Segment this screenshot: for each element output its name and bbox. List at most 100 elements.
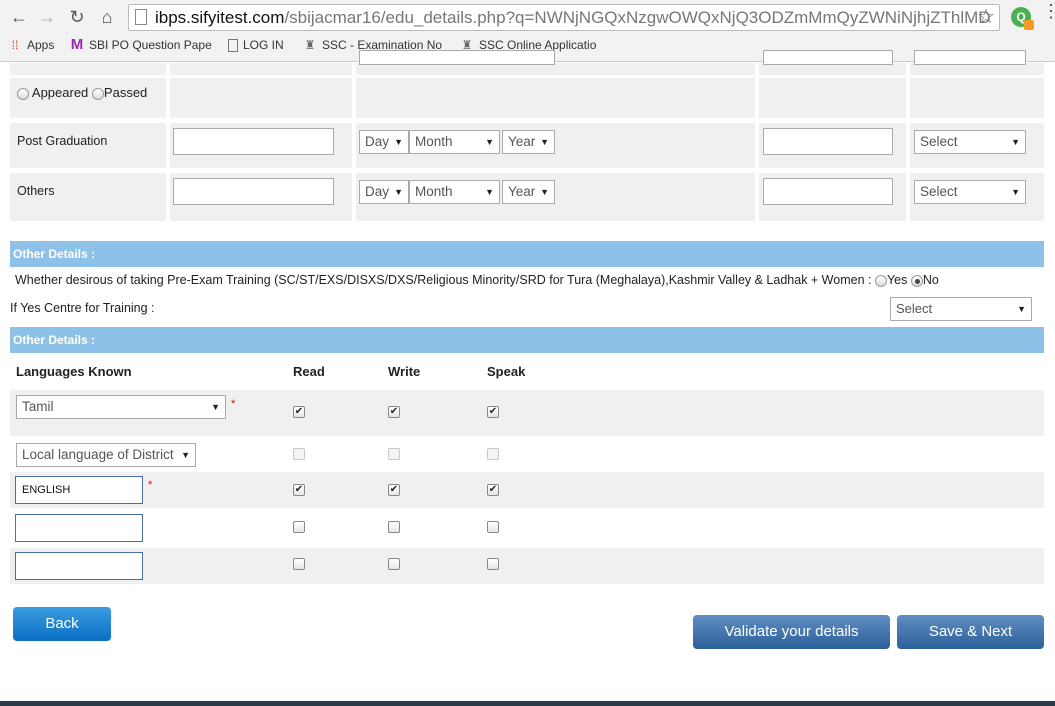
class-select[interactable]: Select ▼ <box>914 130 1026 154</box>
speak-checkbox[interactable] <box>487 521 499 533</box>
column-divider <box>755 63 759 221</box>
year-select[interactable]: Year ▼ <box>502 180 555 204</box>
read-checkbox[interactable]: ✔ <box>293 406 305 418</box>
speak-checkbox[interactable]: ✔ <box>487 484 499 496</box>
dropdown-arrow-icon: ▼ <box>1011 187 1020 197</box>
write-header: Write <box>388 364 421 379</box>
validate-details-button[interactable]: Validate your details <box>693 615 890 649</box>
required-marker: * <box>231 398 236 410</box>
write-checkbox[interactable] <box>388 521 400 533</box>
dropdown-arrow-icon: ▼ <box>1017 304 1026 314</box>
write-checkbox[interactable]: ✔ <box>388 484 400 496</box>
bookmark-apps[interactable]: ⁞⁞ Apps <box>8 38 55 52</box>
class-select[interactable]: Select ▼ <box>914 180 1026 204</box>
yes-radio[interactable] <box>874 274 887 287</box>
read-checkbox[interactable] <box>293 558 305 570</box>
dropdown-arrow-icon: ▼ <box>394 137 403 147</box>
language-row <box>10 548 1044 584</box>
url-path: /sbijacmar16/edu_details.php?q=NWNjNGQxN… <box>284 8 991 27</box>
partial-select <box>914 50 1026 65</box>
browser-menu-icon[interactable]: ⋮ <box>1042 2 1055 26</box>
year-select[interactable]: Year ▼ <box>502 130 555 154</box>
column-divider <box>166 63 170 221</box>
percentage-input[interactable] <box>763 178 893 205</box>
bookmark-star-icon[interactable]: ☆ <box>977 5 995 30</box>
partial-input <box>763 50 893 65</box>
dropdown-arrow-icon: ▼ <box>540 187 549 197</box>
languages-header-bar: Other Details : <box>10 327 1044 353</box>
appeared-passed-group: Appeared Passed <box>17 85 147 100</box>
language-input[interactable] <box>15 514 143 542</box>
emblem-icon: ♜ <box>304 38 316 52</box>
bookmark-label: SBI PO Question Pape <box>89 38 212 52</box>
speak-checkbox[interactable] <box>487 558 499 570</box>
partial-date-select <box>359 50 555 65</box>
m-logo-icon: M <box>70 36 84 53</box>
yes-label: Yes <box>886 273 908 287</box>
percentage-input[interactable] <box>763 128 893 155</box>
read-checkbox <box>293 448 305 460</box>
language-value: Tamil <box>22 399 54 414</box>
dropdown-arrow-icon: ▼ <box>181 450 190 460</box>
language-select[interactable]: Local language of District ▼ <box>16 443 196 467</box>
home-icon[interactable]: ⌂ <box>96 6 118 28</box>
bookmark-label: Apps <box>27 38 55 52</box>
bottom-bar <box>0 701 1055 706</box>
day-select[interactable]: Day ▼ <box>359 180 409 204</box>
dropdown-arrow-icon: ▼ <box>485 137 494 147</box>
read-checkbox[interactable] <box>293 521 305 533</box>
bookmark-sbi-po[interactable]: M SBI PO Question Pape <box>70 36 212 53</box>
dropdown-arrow-icon: ▼ <box>211 402 220 412</box>
edu-row-label: Others <box>17 184 55 198</box>
training-centre-select[interactable]: Select ▼ <box>890 297 1032 321</box>
no-radio[interactable] <box>910 274 923 287</box>
passed-radio[interactable] <box>91 87 104 100</box>
training-centre-label: If Yes Centre for Training : <box>10 301 155 315</box>
institution-input[interactable] <box>173 128 334 155</box>
month-select[interactable]: Month ▼ <box>409 130 500 154</box>
url-host: ibps.sifyitest.com <box>155 8 285 27</box>
language-row <box>10 510 1044 546</box>
language-input[interactable]: ENGLISH <box>15 476 143 504</box>
language-select[interactable]: Tamil ▼ <box>16 395 226 419</box>
address-bar[interactable]: ibps.sifyitest.com/sbijacmar16/edu_detai… <box>128 4 1000 31</box>
other-details-header: Other Details : <box>10 241 1044 267</box>
read-checkbox[interactable]: ✔ <box>293 484 305 496</box>
edu-row-label: Post Graduation <box>17 134 108 148</box>
write-checkbox[interactable] <box>388 558 400 570</box>
page-icon <box>228 38 238 52</box>
dropdown-arrow-icon: ▼ <box>540 137 549 147</box>
read-header: Read <box>293 364 325 379</box>
bookmark-label: LOG IN <box>243 38 284 52</box>
write-checkbox <box>388 448 400 460</box>
forward-arrow-icon[interactable]: → <box>36 6 58 28</box>
month-select[interactable]: Month ▼ <box>409 180 500 204</box>
back-arrow-icon[interactable]: ← <box>8 6 30 28</box>
column-divider <box>352 63 356 221</box>
appeared-label: Appeared <box>31 85 89 100</box>
required-marker: * <box>148 479 153 491</box>
speak-header: Speak <box>487 364 526 379</box>
save-next-button[interactable]: Save & Next <box>897 615 1044 649</box>
back-button[interactable]: Back <box>13 607 111 641</box>
language-input[interactable] <box>15 552 143 580</box>
reload-icon[interactable]: ↻ <box>66 6 88 28</box>
dropdown-arrow-icon: ▼ <box>1011 137 1020 147</box>
day-select[interactable]: Day ▼ <box>359 130 409 154</box>
bookmark-login[interactable]: LOG IN <box>228 38 284 52</box>
appeared-radio[interactable] <box>17 87 29 100</box>
write-checkbox[interactable]: ✔ <box>388 406 400 418</box>
speak-checkbox <box>487 448 499 460</box>
language-value: Local language of District <box>22 447 174 462</box>
institution-input[interactable] <box>173 178 334 205</box>
pre-exam-training-question: Whether desirous of taking Pre-Exam Trai… <box>15 273 939 287</box>
apps-grid-icon: ⁞⁞ <box>11 38 19 52</box>
speak-checkbox[interactable]: ✔ <box>487 406 499 418</box>
dropdown-arrow-icon: ▼ <box>394 187 403 197</box>
page-icon <box>135 9 147 25</box>
languages-known-header: Languages Known <box>16 364 132 379</box>
language-row <box>10 472 1044 508</box>
extension-badge <box>1024 20 1034 30</box>
dropdown-arrow-icon: ▼ <box>485 187 494 197</box>
passed-label: Passed <box>103 85 148 100</box>
